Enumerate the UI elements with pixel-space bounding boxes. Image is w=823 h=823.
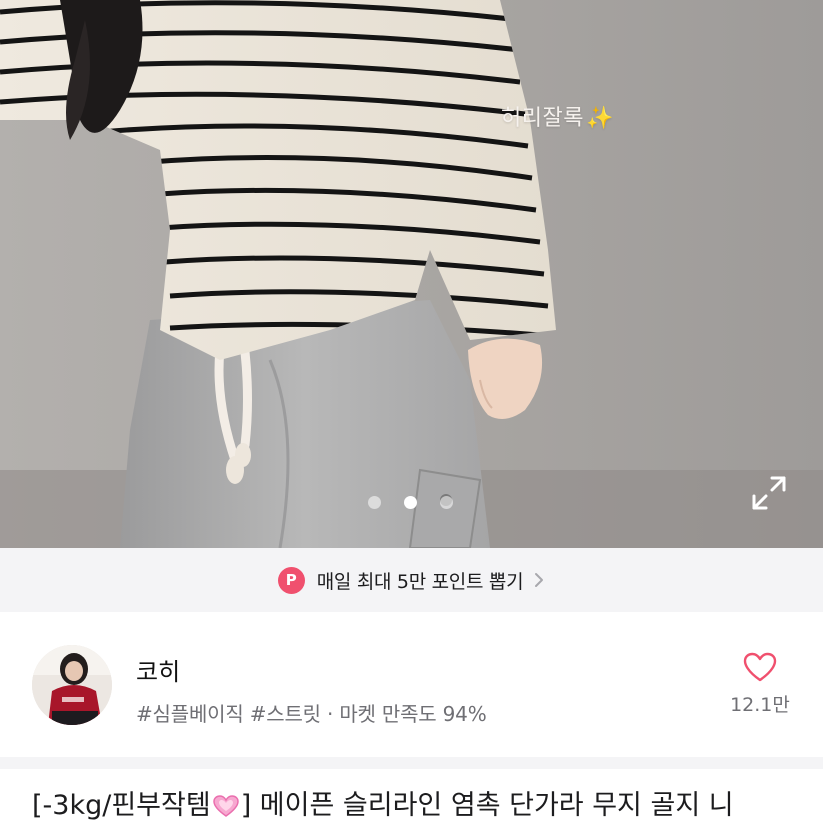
point-promo-banner[interactable]: P 매일 최대 5만 포인트 뽑기 bbox=[0, 548, 823, 612]
pink-heart-icon bbox=[212, 795, 239, 817]
expand-button[interactable] bbox=[750, 474, 788, 512]
carousel-indicator bbox=[368, 496, 476, 509]
product-photo-carousel[interactable]: 허리잘록✨ bbox=[0, 0, 823, 548]
store-name[interactable]: 코히 bbox=[136, 652, 180, 687]
carousel-dot-1[interactable] bbox=[368, 496, 381, 509]
product-title-prefix: [-3kg/핀부작템 bbox=[32, 790, 211, 821]
like-count: 12.1만 bbox=[730, 694, 790, 716]
store-info-row[interactable]: 코히 #심플베이직 #스트릿 · 마켓 만족도 94% 12.1만 bbox=[0, 612, 823, 757]
carousel-dot-3[interactable] bbox=[440, 496, 453, 509]
carousel-dot-2-active[interactable] bbox=[404, 496, 417, 509]
product-photo bbox=[0, 0, 823, 548]
store-like-button[interactable]: 12.1만 bbox=[726, 652, 794, 717]
store-tags: #심플베이직 #스트릿 · 마켓 만족도 94% bbox=[136, 702, 487, 726]
product-title-suffix: ] 메이픈 슬리라인 염촉 단가라 무지 골지 니 bbox=[240, 790, 734, 821]
section-divider bbox=[0, 757, 823, 769]
product-title: [-3kg/핀부작템 ] 메이픈 슬리라인 염촉 단가라 무지 골지 니 bbox=[32, 790, 812, 822]
promo-text: 매일 최대 5만 포인트 뽑기 bbox=[316, 570, 524, 593]
store-avatar-image bbox=[32, 645, 112, 725]
sparkle-icon: ✨ bbox=[585, 106, 614, 131]
store-avatar[interactable] bbox=[32, 645, 112, 725]
heart-outline-icon bbox=[743, 652, 777, 682]
photo-caption-text: 허리잘록 bbox=[501, 106, 584, 131]
expand-icon bbox=[752, 476, 786, 510]
point-badge-icon: P bbox=[277, 566, 305, 594]
chevron-right-icon bbox=[535, 573, 544, 587]
photo-caption: 허리잘록✨ bbox=[501, 100, 614, 132]
